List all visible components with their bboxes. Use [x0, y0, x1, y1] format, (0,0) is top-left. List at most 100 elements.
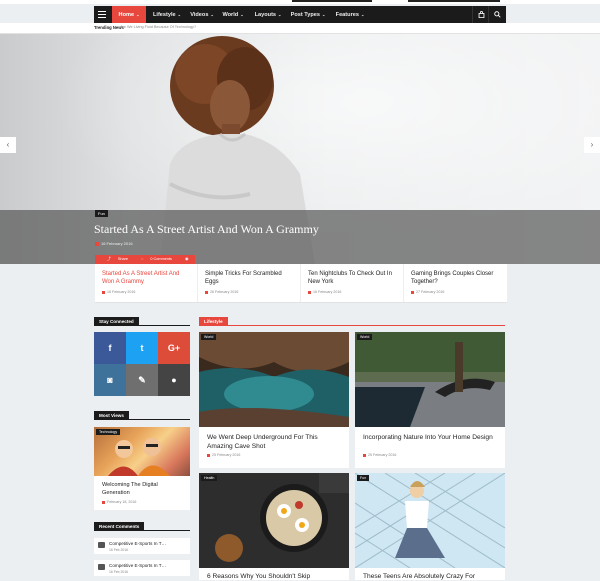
recent-comment-title[interactable]: Competitive E-Sports In T…: [109, 563, 166, 568]
article-date: 25 February 2016: [363, 453, 396, 457]
nav-item-post-types[interactable]: Post Types ⌄: [288, 6, 328, 23]
recent-comment-date: 16 Feb 2016: [109, 570, 129, 574]
category-badge[interactable]: World: [201, 334, 217, 340]
hero-category-badge[interactable]: Fun: [95, 210, 108, 217]
calendar-icon: [363, 453, 366, 457]
food-photo: [199, 473, 349, 568]
chat-icon[interactable]: ●: [158, 364, 190, 396]
slide-date-text: 16 February 2016: [107, 290, 136, 294]
nav-item-label: Features: [335, 12, 359, 18]
slider-prev-button[interactable]: ‹: [0, 137, 16, 153]
article-title[interactable]: We Went Deep Underground For This Amazin…: [207, 433, 341, 451]
category-badge[interactable]: World: [357, 334, 373, 340]
nav-item-lifestyle[interactable]: Lifestyle ⌄: [148, 6, 186, 23]
facebook-icon[interactable]: f: [94, 332, 126, 364]
hamburger-icon[interactable]: [98, 11, 106, 20]
google-plus-icon[interactable]: G+: [158, 332, 190, 364]
slider-next-button[interactable]: ›: [584, 137, 600, 153]
chevron-left-icon: ‹: [6, 140, 10, 149]
nav-item-world[interactable]: World ⌄: [218, 6, 248, 23]
trending-bar: Trending News Are We Living Fluid Becaus…: [0, 23, 600, 34]
article-title[interactable]: Incorporating Nature Into Your Home Desi…: [363, 433, 497, 442]
hero-caption-overlay: [0, 210, 600, 264]
share-label: Share: [117, 257, 128, 261]
calendar-icon: [102, 500, 105, 504]
nav-item-home[interactable]: Home ⌄: [112, 6, 146, 23]
trending-headline[interactable]: Are We Living Fluid Because Of Technolog…: [120, 25, 196, 29]
category-badge[interactable]: Health: [201, 475, 218, 481]
article-card: Fun These Teens Are Absolutely Crazy For: [355, 473, 505, 580]
slide-date: 16 February 2016: [102, 290, 135, 294]
slide-item[interactable]: Ten Nightclubs To Check Out In New York …: [301, 264, 404, 302]
lifestyle-heading[interactable]: Lifestyle: [199, 317, 228, 326]
recent-comment-date: 16 Feb 2016: [109, 548, 129, 552]
slide-date: 26 February 2016: [205, 290, 238, 294]
main-navigation: Home ⌄ Lifestyle ⌄ Videos ⌄ World ⌄ Layouts ⌄…: [94, 6, 506, 23]
most-views-date-text: February 18, 2016: [107, 500, 137, 504]
share-button[interactable]: ⤴ Share: [101, 257, 128, 261]
recent-comments-heading: Recent Comments: [94, 522, 145, 531]
search-icon[interactable]: [488, 6, 505, 23]
hero-title[interactable]: Started As A Street Artist And Won A Gra…: [94, 222, 319, 237]
comment-icon: [98, 542, 105, 548]
edit-icon[interactable]: ✎: [126, 364, 158, 396]
calendar-icon: [411, 290, 414, 294]
bag-icon[interactable]: [472, 6, 489, 23]
nav-item-layouts[interactable]: Layouts ⌄: [250, 6, 286, 23]
eye-icon: ◉: [184, 257, 189, 261]
article-card: Health 6 Reasons Why You Shouldn't Skip: [199, 473, 349, 580]
slide-title[interactable]: Ten Nightclubs To Check Out In New York: [308, 270, 398, 286]
hero-date: 16 February 2016: [95, 241, 133, 246]
chevron-down-icon: ⌄: [360, 12, 365, 17]
slide-title[interactable]: Gaming Brings Couples Closer Together?: [411, 270, 501, 286]
article-card: World We Went Deep Underground For This …: [199, 332, 349, 468]
slide-item[interactable]: Simple Tricks For Scrambled Eggs 26 Febr…: [198, 264, 301, 302]
instagram-icon[interactable]: ◙: [94, 364, 126, 396]
nav-item-label: Post Types: [290, 12, 321, 18]
slide-date: 27 February 2016: [411, 290, 444, 294]
comments-label: 0 Comments: [150, 257, 172, 261]
most-views-image[interactable]: Technology: [94, 427, 190, 476]
teens-photo: [355, 473, 505, 568]
recent-comment-title[interactable]: Competitive E-Sports In T…: [109, 541, 166, 546]
article-image[interactable]: Health: [199, 473, 349, 568]
category-badge[interactable]: Technology: [96, 429, 121, 435]
calendar-icon: [102, 290, 105, 294]
chevron-down-icon: ⌄: [210, 12, 214, 17]
social-buttons: f t G+ ◙ ✎ ●: [94, 332, 190, 396]
slide-title[interactable]: Started As A Street Artist And Won A Gra…: [102, 270, 192, 286]
article-date: 25 February 2016: [207, 453, 240, 457]
article-image[interactable]: Fun: [355, 473, 505, 568]
slide-date-text: 27 February 2016: [416, 290, 445, 294]
nav-item-videos[interactable]: Videos ⌄: [186, 6, 218, 23]
calendar-icon: [207, 453, 210, 457]
article-image[interactable]: World: [199, 332, 349, 427]
chevron-down-icon: ⌄: [322, 12, 326, 17]
calendar-icon: [205, 290, 208, 294]
recent-comment-item[interactable]: Competitive E-Sports In T… 16 Feb 2016: [94, 538, 190, 554]
most-views-title[interactable]: Welcoming The Digital Generation: [102, 482, 182, 497]
hero-date-text: 16 February 2016: [101, 241, 133, 246]
stay-connected-heading: Stay Connected: [94, 317, 139, 326]
chevron-down-icon: ⌄: [136, 12, 140, 17]
nav-item-label: Layouts: [254, 12, 277, 18]
article-card: World Incorporating Nature Into Your Hom…: [355, 332, 505, 468]
most-views-date: February 18, 2016: [102, 500, 136, 504]
pool-photo: [355, 332, 505, 427]
chevron-down-icon: ⌄: [278, 12, 282, 17]
top-strip: [0, 0, 600, 4]
slide-date-text: 26 February 2016: [210, 290, 239, 294]
slide-title[interactable]: Simple Tricks For Scrambled Eggs: [205, 270, 295, 286]
category-badge[interactable]: Fun: [357, 475, 370, 481]
slide-item[interactable]: Gaming Brings Couples Closer Together? 2…: [404, 264, 506, 302]
recent-comment-item[interactable]: Competitive E-Sports In T… 16 Feb 2016: [94, 560, 190, 576]
comment-icon: ◌: [141, 257, 144, 261]
comments-count[interactable]: ◌ 0 Comments: [135, 257, 172, 261]
nav-item-label: World: [222, 12, 239, 18]
slide-item[interactable]: Started As A Street Artist And Won A Gra…: [95, 264, 198, 302]
twitter-icon[interactable]: t: [126, 332, 158, 364]
nav-item-features[interactable]: Features ⌄: [330, 6, 370, 23]
share-bar: ⤴ Share ◌ 0 Comments ◉ 1 Views: [95, 255, 195, 270]
calendar-icon: [308, 290, 311, 294]
article-image[interactable]: World: [355, 332, 505, 427]
